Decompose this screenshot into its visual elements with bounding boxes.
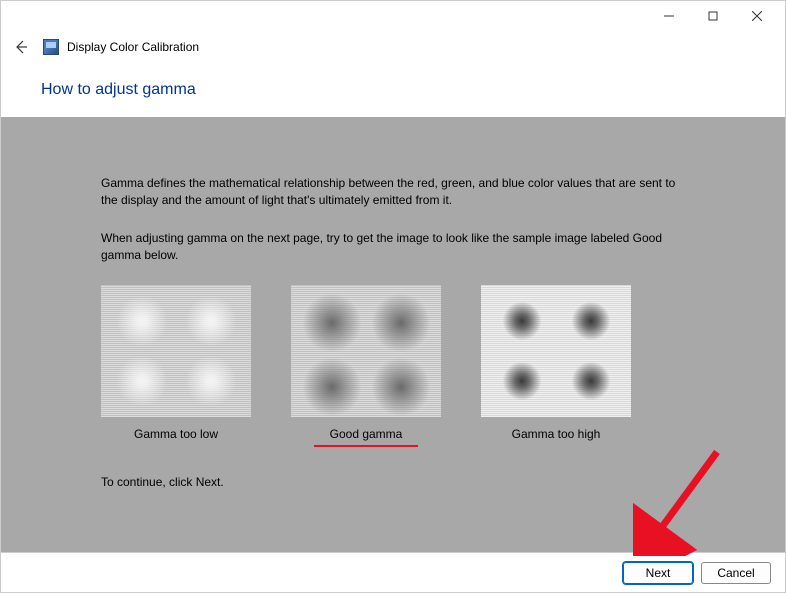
gamma-description-1: Gamma defines the mathematical relations… (101, 175, 681, 210)
app-title: Display Color Calibration (67, 40, 199, 54)
content-area: Gamma defines the mathematical relations… (1, 117, 785, 552)
gamma-samples: Gamma too low Good gamma Gamma too high (101, 285, 747, 447)
header: Display Color Calibration (1, 31, 785, 59)
sample-gamma-high: Gamma too high (481, 285, 631, 447)
minimize-button[interactable] (647, 2, 691, 30)
sample-gamma-low: Gamma too low (101, 285, 251, 447)
caption-gamma-good: Good gamma (291, 427, 441, 441)
caption-gamma-low: Gamma too low (101, 427, 251, 441)
sample-gamma-good: Good gamma (291, 285, 441, 447)
caption-gamma-high: Gamma too high (481, 427, 631, 441)
gamma-description-2: When adjusting gamma on the next page, t… (101, 230, 681, 265)
good-gamma-highlight (314, 445, 418, 447)
close-button[interactable] (735, 2, 779, 30)
cancel-button[interactable]: Cancel (701, 562, 771, 584)
footer: Next Cancel (1, 552, 785, 592)
sample-image-low (101, 285, 251, 417)
next-button[interactable]: Next (623, 562, 693, 584)
titlebar (1, 1, 785, 31)
maximize-button[interactable] (691, 2, 735, 30)
sample-image-good (291, 285, 441, 417)
sample-image-high (481, 285, 631, 417)
continue-text: To continue, click Next. (101, 475, 747, 489)
app-icon (43, 39, 59, 55)
page-title: How to adjust gamma (1, 59, 785, 117)
back-button[interactable] (13, 39, 29, 55)
